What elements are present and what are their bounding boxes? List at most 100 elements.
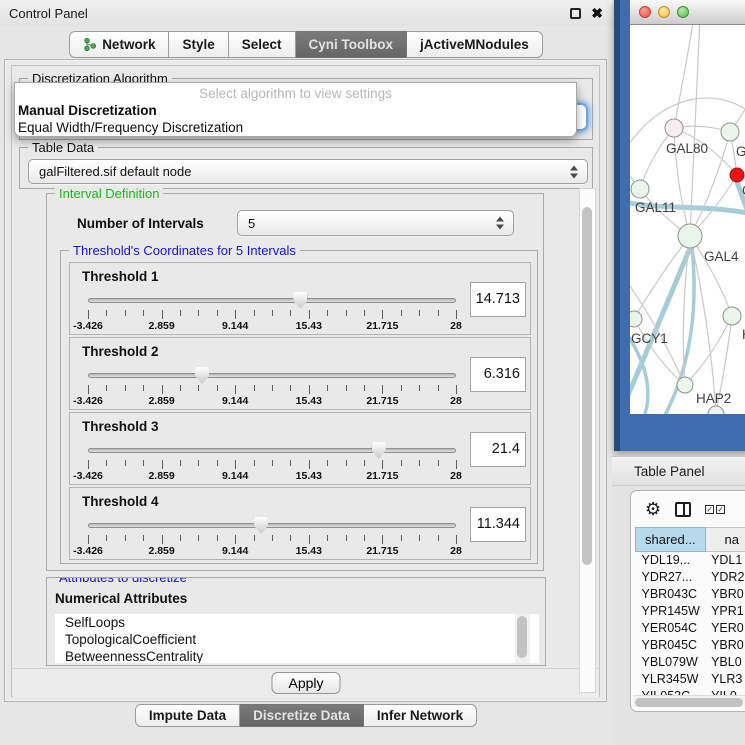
column-header-name[interactable]: na [705, 528, 745, 552]
close-traffic-light-icon[interactable] [639, 6, 651, 18]
network-edge[interactable] [690, 25, 700, 236]
table-toolbar: ⚙ ✓ ✓ [631, 491, 745, 527]
network-edge[interactable] [634, 319, 685, 385]
network-node-label: GA [736, 144, 745, 159]
control-panel-title: Control Panel [9, 6, 88, 21]
settings-scrollbar[interactable] [579, 188, 596, 693]
network-edge[interactable] [674, 25, 694, 128]
algorithm-dropdown-popup: Select algorithm to view settings Manual… [14, 82, 577, 137]
threshold-4-label: Threshold 4 [82, 494, 159, 509]
tab-style[interactable]: Style [169, 31, 228, 58]
control-panel-tabs: Network Style Select Cyni Toolbox jActiv… [0, 31, 612, 58]
gear-icon[interactable]: ⚙ [645, 500, 661, 518]
table-data-combo-value: galFiltered.sif default node [39, 164, 191, 179]
network-node[interactable] [631, 180, 649, 198]
network-node-label: GAL80 [666, 141, 708, 156]
apply-button[interactable]: Apply [271, 672, 340, 694]
attributes-group-title: Attributes to discretize [55, 577, 191, 585]
threshold-3-panel: Threshold 3 -3.4262.8599.14415.4321.7152… [69, 412, 531, 485]
threshold-1-value-field[interactable]: 14.713 [470, 282, 526, 317]
threshold-4-value-field[interactable]: 11.344 [470, 507, 526, 542]
control-panel: Control Panel ✖ Network Style Select Cyn… [0, 0, 612, 745]
attributes-list-scrollbar[interactable] [515, 614, 530, 663]
network-node[interactable] [678, 224, 702, 248]
network-svg: GAL80GACGAL11GAL4GCY1HHAP2 [630, 25, 745, 414]
numerical-attributes-list[interactable]: SelfLoops TopologicalCoefficient Between… [55, 614, 539, 663]
network-node[interactable] [677, 377, 693, 393]
float-window-icon[interactable] [570, 8, 581, 19]
list-item[interactable]: TopologicalCoefficient [55, 631, 539, 648]
tab-impute-data[interactable]: Impute Data [135, 704, 240, 727]
table-row[interactable]: YER054CYER0 [636, 620, 745, 637]
network-icon [83, 38, 96, 51]
columns-icon[interactable] [675, 502, 691, 517]
table-data-group-title: Table Data [28, 140, 98, 155]
numerical-attributes-label: Numerical Attributes [55, 591, 187, 606]
slider-thumb[interactable] [293, 292, 307, 309]
table-horizontal-scrollbar[interactable] [633, 695, 745, 707]
interval-definition-group-title: Interval Definition [55, 186, 163, 201]
table-header-row: shared... na [636, 528, 745, 552]
table-row[interactable]: YDR27...YDR2 [636, 569, 745, 586]
network-edge[interactable] [690, 236, 732, 316]
threshold-4-panel: Threshold 4 -3.4262.8599.14415.4321.7152… [69, 487, 531, 560]
popup-option-manual-discretization[interactable]: Manual Discretization [15, 102, 576, 119]
network-node[interactable] [630, 311, 642, 327]
number-of-intervals-label: Number of Intervals [77, 216, 204, 231]
table-row[interactable]: YBR043CYBR0 [636, 586, 745, 603]
network-node[interactable] [730, 168, 744, 182]
network-node[interactable] [721, 123, 739, 141]
slider-thumb[interactable] [254, 517, 268, 534]
tab-network-label: Network [102, 37, 155, 52]
threshold-2-label: Threshold 2 [82, 344, 159, 359]
network-node[interactable] [723, 307, 741, 325]
cyni-panel-inner: Discretization Algorithm Table Data galF… [11, 65, 600, 697]
column-header-shared-name[interactable]: shared... [636, 528, 706, 552]
tab-cyni-toolbox[interactable]: Cyni Toolbox [296, 31, 408, 58]
table-row[interactable]: YPR145WYPR1 [636, 603, 745, 620]
interval-definition-group: Interval Definition Number of Intervals … [46, 193, 544, 571]
list-item[interactable]: SelfLoops [55, 614, 539, 631]
threshold-4-slider[interactable]: -3.4262.8599.14415.4321.71528 [88, 518, 456, 558]
table-data-combo[interactable]: galFiltered.sif default node [28, 159, 588, 184]
tab-network[interactable]: Network [69, 31, 169, 58]
combo-stepper-icon [570, 165, 578, 178]
tab-jactivemnodules[interactable]: jActiveMNodules [407, 31, 543, 58]
zoom-traffic-light-icon[interactable] [677, 6, 689, 18]
close-icon[interactable]: ✖ [591, 8, 603, 19]
cyni-mode-tabs: Impute Data Discretize Data Infer Networ… [0, 704, 612, 727]
popup-placeholder-option[interactable]: Select algorithm to view settings [15, 85, 576, 102]
minimize-traffic-light-icon[interactable] [658, 6, 670, 18]
network-node[interactable] [708, 406, 724, 414]
table-row[interactable]: YDL19...YDL1 [636, 552, 745, 569]
threshold-3-value-field[interactable]: 21.4 [470, 432, 526, 467]
network-node-label: GAL4 [704, 249, 739, 264]
node-table: shared... na YDL19...YDL1 YDR27...YDR2 Y… [635, 527, 745, 705]
popup-option-equal-width[interactable]: Equal Width/Frequency Discretization [15, 119, 576, 136]
network-canvas[interactable]: GAL80GACGAL11GAL4GCY1HHAP2 [630, 25, 745, 414]
table-row[interactable]: YBR045CYBR0 [636, 637, 745, 654]
threshold-1-slider[interactable]: -3.4262.8599.14415.4321.71528 [88, 293, 456, 333]
tab-select[interactable]: Select [229, 31, 296, 58]
table-row[interactable]: YLR345WYLR3 [636, 671, 745, 688]
slider-thumb[interactable] [195, 367, 209, 384]
network-node-label: HAP2 [696, 391, 731, 406]
threshold-2-slider[interactable]: -3.4262.8599.14415.4321.71528 [88, 368, 456, 408]
apply-bar: Apply [13, 668, 599, 697]
list-item[interactable]: BetweennessCentrality [55, 648, 539, 663]
slider-thumb[interactable] [372, 442, 386, 459]
table-row[interactable]: YBL079WYBL0 [636, 654, 745, 671]
tab-infer-network[interactable]: Infer Network [364, 704, 477, 727]
threshold-2-value-field[interactable]: 6.316 [470, 357, 526, 392]
select-columns-icon[interactable]: ✓ ✓ [705, 505, 725, 514]
tab-discretize-data[interactable]: Discretize Data [240, 704, 364, 727]
network-edge[interactable] [640, 128, 674, 189]
network-edge[interactable] [634, 236, 690, 319]
network-window-titlebar [630, 0, 745, 25]
threshold-3-slider[interactable]: -3.4262.8599.14415.4321.71528 [88, 443, 456, 483]
thresholds-group: Threshold's Coordinates for 5 Intervals … [60, 250, 538, 564]
combo-stepper-icon [496, 217, 504, 230]
network-node[interactable] [665, 119, 683, 137]
number-of-intervals-combo[interactable]: 5 [237, 210, 514, 236]
control-panel-titlebar: Control Panel ✖ [0, 0, 612, 26]
